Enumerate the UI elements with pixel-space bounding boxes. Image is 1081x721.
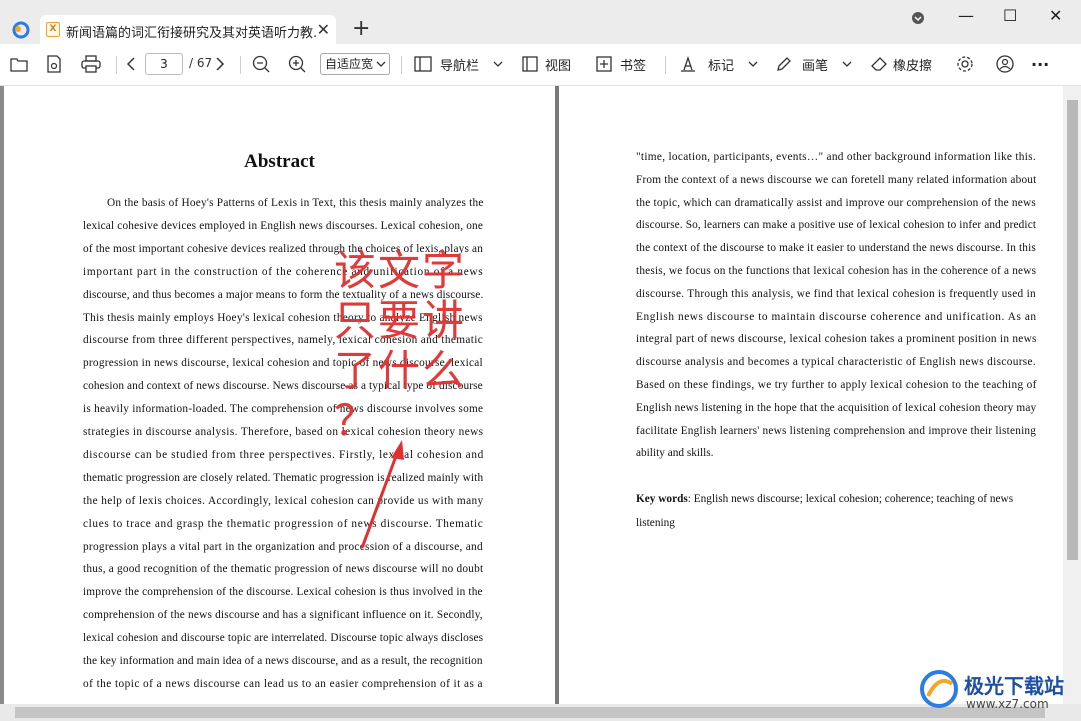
eraser-label: 橡皮擦 [893, 58, 933, 74]
text-line: the help of lexis choices. Accordingly, … [83, 494, 484, 507]
watermark-brand: 极光下载站 [964, 674, 1064, 698]
text-line: discourse can be studied from three pers… [83, 448, 484, 461]
text-line: "time, location, participants, events…" … [636, 151, 1037, 163]
keywords-line: Key words: English news discourse; lexic… [636, 493, 1013, 505]
pdf-page-right: "time, location, participants, events…" … [559, 86, 1063, 704]
watermark-logo-icon [920, 670, 958, 708]
page-total: / 67 [189, 56, 213, 70]
chevron-down-icon[interactable] [493, 60, 503, 68]
open-folder-icon[interactable] [10, 53, 28, 75]
highlighter-icon [681, 56, 695, 72]
mark-button[interactable]: 标记 [680, 53, 758, 75]
zoom-mode-label: 自适应宽 [325, 57, 374, 71]
pen-label: 画笔 [802, 58, 829, 74]
theme-dropdown-icon[interactable] [910, 10, 926, 30]
pdf-file-icon: X [46, 22, 60, 37]
text-line: facilitate English learners' news listen… [636, 424, 1037, 437]
watermark-url: www.xz7.com [966, 697, 1049, 711]
text-line: English news discourse to maintain disco… [636, 310, 1037, 323]
toolbar-divider [665, 56, 666, 74]
text-line: Based on these findings, we try further … [636, 379, 1037, 391]
toolbar-divider [240, 56, 241, 74]
text-line: lexical cohesion and discourse topic are… [83, 632, 484, 645]
text-line: the key information and main idea of a n… [83, 655, 483, 667]
pen-button[interactable]: 画笔 [776, 53, 852, 75]
text-line: thus, a good recognition of the thematic… [83, 563, 484, 576]
title-bar: X 新闻语篇的词汇衔接研究及其对英语听力教... ✕ + — ☐ ✕ [0, 0, 1081, 44]
pen-icon [777, 57, 791, 71]
eraser-icon [871, 57, 887, 71]
maximize-button[interactable]: ☐ [1003, 6, 1017, 25]
save-file-icon[interactable] [46, 53, 62, 75]
zoom-out-icon[interactable] [252, 53, 270, 75]
bookmark-button[interactable]: 书签 [596, 53, 646, 75]
site-watermark: 极光下载站 www.xz7.com [918, 664, 1078, 716]
text-line: integral part of news discourse, lexical… [636, 333, 1037, 346]
keywords-text: : English news discourse; lexical cohesi… [687, 493, 1014, 505]
text-line: discourse analysis and becomes a typical… [636, 356, 1037, 369]
text-line: comprehension of the news discourse and … [83, 609, 483, 622]
annotation-line: 了什么 [334, 346, 467, 395]
chevron-down-icon [376, 61, 386, 67]
text-line: the context of the discourse to make it … [636, 242, 1036, 255]
text-line: lexical cohesive devices employed in Eng… [83, 219, 484, 232]
minimize-button[interactable]: — [958, 6, 974, 25]
tab-title: 新闻语篇的词汇衔接研究及其对英语听力教... [66, 26, 316, 41]
text-line: the topic, which can dramatically assist… [636, 196, 1037, 209]
keywords-line-cont: listening [636, 517, 675, 529]
document-tab[interactable]: X 新闻语篇的词汇衔接研究及其对英语听力教... ✕ [40, 15, 336, 44]
eraser-button[interactable]: 橡皮擦 [870, 53, 932, 75]
bookmark-icon [596, 56, 612, 72]
toolbar-divider [116, 56, 117, 74]
chevron-down-icon[interactable] [748, 60, 758, 68]
new-tab-button[interactable]: + [352, 18, 370, 40]
view-icon [522, 56, 538, 72]
zoom-mode-select[interactable]: 自适应宽 [320, 53, 390, 75]
chevron-down-icon[interactable] [842, 60, 852, 68]
close-window-button[interactable]: ✕ [1049, 6, 1062, 25]
horizontal-scroll-thumb[interactable] [15, 707, 1045, 718]
next-page-icon[interactable] [215, 53, 225, 75]
text-line: discourse. So, learners can make a posit… [636, 219, 1037, 232]
mark-label: 标记 [708, 58, 735, 74]
toolbar: 3 / 67 自适应宽 导航栏 视图 书签 标记 画笔 橡皮擦 ··· [0, 44, 1081, 86]
annotation-line: 只要讲 [334, 296, 467, 345]
zoom-in-icon[interactable] [288, 53, 306, 75]
navigation-pane-label: 导航栏 [440, 58, 480, 74]
text-line: thematic progression are closely related… [83, 471, 484, 484]
vertical-scrollbar[interactable] [1063, 86, 1081, 704]
text-line: of the topic of a news discourse can lea… [83, 677, 484, 690]
page-number-input[interactable]: 3 [145, 53, 183, 75]
app-logo-icon[interactable] [10, 20, 32, 40]
more-menu-button[interactable]: ··· [1031, 53, 1049, 75]
sidebar-panel-icon [414, 56, 432, 72]
navigation-pane-button[interactable]: 导航栏 [414, 53, 503, 75]
vertical-scroll-thumb[interactable] [1067, 100, 1078, 560]
text-line: thesis, we focus on the functions that l… [636, 265, 1037, 277]
print-icon[interactable] [81, 53, 101, 75]
text-line: From the context of a news discourse we … [636, 173, 1037, 186]
view-label: 视图 [545, 58, 572, 74]
annotation-line: 该文字 [334, 246, 467, 295]
text-line: On the basis of Hoey's Patterns of Lexis… [107, 197, 484, 209]
keywords-label: Key words [636, 493, 688, 505]
view-button[interactable]: 视图 [522, 53, 571, 75]
annotation-arrow-icon[interactable] [344, 436, 414, 556]
text-line: discourse. Through this analysis, we fin… [636, 287, 1036, 300]
tab-close-icon[interactable]: ✕ [317, 20, 330, 39]
settings-icon[interactable] [956, 53, 974, 75]
pdf-page-left: Abstract On the basis of Hoey's Patterns… [4, 86, 555, 704]
text-line: clues to trace and grasp the thematic pr… [83, 517, 484, 530]
document-viewer[interactable]: Abstract On the basis of Hoey's Patterns… [0, 86, 1063, 704]
bookmark-label: 书签 [620, 58, 647, 74]
text-line: improve the comprehension of the discour… [83, 586, 483, 599]
abstract-heading: Abstract [244, 151, 315, 172]
previous-page-icon[interactable] [126, 53, 136, 75]
text-line: English news listening in the hope that … [636, 401, 1037, 414]
text-line: progression plays a vital part in the or… [83, 540, 483, 553]
text-line: ability and skills. [636, 447, 714, 460]
account-icon[interactable] [996, 53, 1014, 75]
toolbar-divider [401, 56, 402, 74]
handwritten-annotation[interactable]: 该文字 只要讲 了什么 ？ [334, 246, 466, 446]
